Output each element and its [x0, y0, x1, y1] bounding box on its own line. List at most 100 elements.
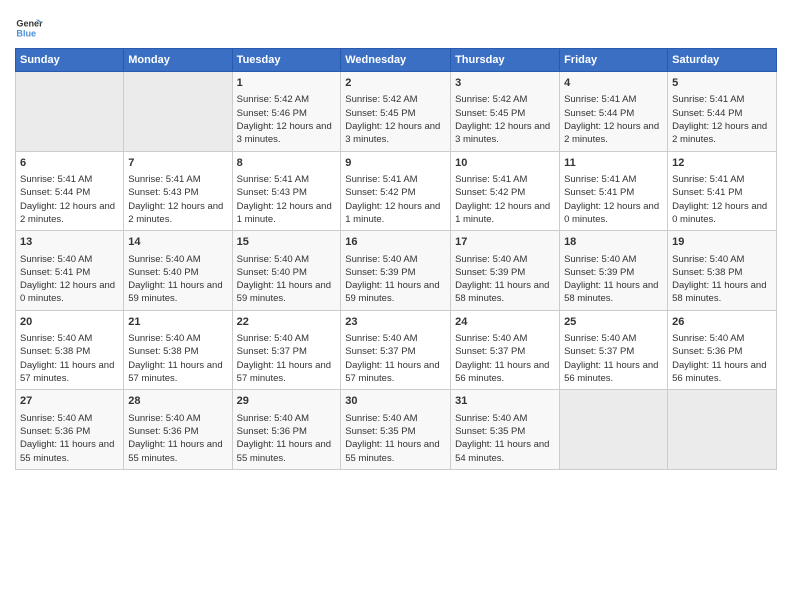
- week-row-3: 13Sunrise: 5:40 AM Sunset: 5:41 PM Dayli…: [16, 231, 777, 311]
- day-info: Sunrise: 5:40 AM Sunset: 5:36 PM Dayligh…: [128, 412, 227, 465]
- day-number: 27: [20, 394, 119, 409]
- day-number: 6: [20, 156, 119, 171]
- week-row-2: 6 Sunrise: 5:41 AM Sunset: 5:44 PM Daylig…: [16, 151, 777, 231]
- day-number: 4: [564, 76, 663, 91]
- day-cell: [16, 72, 124, 152]
- day-number: 3: [455, 76, 555, 91]
- day-info: Sunrise: 5:42 AM Sunset: 5:45 PM Dayligh…: [345, 93, 446, 146]
- day-number: 9: [345, 156, 446, 171]
- day-cell: 23 Sunrise: 5:40 AM Sunset: 5:37 PM Dayli…: [341, 310, 451, 390]
- day-info: Sunrise: 5:40 AM Sunset: 5:35 PM Dayligh…: [345, 412, 446, 465]
- day-number: 18: [564, 235, 663, 250]
- day-number: 23: [345, 315, 446, 330]
- day-cell: 5 Sunrise: 5:41 AM Sunset: 5:44 PM Daylig…: [668, 72, 777, 152]
- day-info: Sunrise: 5:40 AM Sunset: 5:36 PM Dayligh…: [672, 332, 772, 385]
- day-info: Sunrise: 5:41 AM Sunset: 5:44 PM Dayligh…: [20, 173, 119, 226]
- day-number: 7: [128, 156, 227, 171]
- weekday-header-row: SundayMondayTuesdayWednesdayThursdayFrid…: [16, 49, 777, 72]
- day-info: Sunrise: 5:41 AM Sunset: 5:43 PM Dayligh…: [128, 173, 227, 226]
- day-number: 28: [128, 394, 227, 409]
- day-number: 17: [455, 235, 555, 250]
- day-number: 30: [345, 394, 446, 409]
- week-row-1: 1Sunrise: 5:42 AM Sunset: 5:46 PM Daylig…: [16, 72, 777, 152]
- day-cell: 27 Sunrise: 5:40 AM Sunset: 5:36 PM Dayli…: [16, 390, 124, 470]
- day-cell: [560, 390, 668, 470]
- day-number: 31: [455, 394, 555, 409]
- day-number: 11: [564, 156, 663, 171]
- day-cell: 28 Sunrise: 5:40 AM Sunset: 5:36 PM Dayli…: [124, 390, 232, 470]
- day-cell: 6 Sunrise: 5:41 AM Sunset: 5:44 PM Daylig…: [16, 151, 124, 231]
- day-info: Sunrise: 5:41 AM Sunset: 5:44 PM Dayligh…: [564, 93, 663, 146]
- page-header: General Blue: [15, 10, 777, 42]
- weekday-header-tuesday: Tuesday: [232, 49, 341, 72]
- day-cell: 20 Sunrise: 5:40 AM Sunset: 5:38 PM Dayli…: [16, 310, 124, 390]
- day-info: Sunrise: 5:40 AM Sunset: 5:37 PM Dayligh…: [345, 332, 446, 385]
- weekday-header-wednesday: Wednesday: [341, 49, 451, 72]
- day-cell: 19 Sunrise: 5:40 AM Sunset: 5:38 PM Dayli…: [668, 231, 777, 311]
- day-info: Sunrise: 5:40 AM Sunset: 5:39 PM Dayligh…: [345, 253, 446, 306]
- day-cell: 22 Sunrise: 5:40 AM Sunset: 5:37 PM Dayli…: [232, 310, 341, 390]
- day-cell: 14Sunrise: 5:40 AM Sunset: 5:40 PM Dayli…: [124, 231, 232, 311]
- day-number: 22: [237, 315, 337, 330]
- day-info: Sunrise: 5:40 AM Sunset: 5:35 PM Dayligh…: [455, 412, 555, 465]
- day-number: 14: [128, 235, 227, 250]
- day-info: Sunrise: 5:40 AM Sunset: 5:38 PM Dayligh…: [20, 332, 119, 385]
- day-cell: 21 Sunrise: 5:40 AM Sunset: 5:38 PM Dayli…: [124, 310, 232, 390]
- day-info: Sunrise: 5:40 AM Sunset: 5:36 PM Dayligh…: [20, 412, 119, 465]
- day-cell: 26 Sunrise: 5:40 AM Sunset: 5:36 PM Dayli…: [668, 310, 777, 390]
- day-cell: 30 Sunrise: 5:40 AM Sunset: 5:35 PM Dayli…: [341, 390, 451, 470]
- day-number: 29: [237, 394, 337, 409]
- day-number: 26: [672, 315, 772, 330]
- day-cell: 1Sunrise: 5:42 AM Sunset: 5:46 PM Daylig…: [232, 72, 341, 152]
- day-cell: 17 Sunrise: 5:40 AM Sunset: 5:39 PM Dayli…: [451, 231, 560, 311]
- day-cell: 9 Sunrise: 5:41 AM Sunset: 5:42 PM Daylig…: [341, 151, 451, 231]
- calendar-table: SundayMondayTuesdayWednesdayThursdayFrid…: [15, 48, 777, 470]
- day-number: 16: [345, 235, 446, 250]
- day-info: Sunrise: 5:41 AM Sunset: 5:42 PM Dayligh…: [345, 173, 446, 226]
- day-cell: [668, 390, 777, 470]
- day-info: Sunrise: 5:40 AM Sunset: 5:40 PM Dayligh…: [237, 253, 337, 306]
- logo: General Blue: [15, 14, 47, 42]
- day-number: 8: [237, 156, 337, 171]
- day-info: Sunrise: 5:40 AM Sunset: 5:36 PM Dayligh…: [237, 412, 337, 465]
- day-info: Sunrise: 5:40 AM Sunset: 5:41 PM Dayligh…: [20, 253, 119, 306]
- svg-text:Blue: Blue: [16, 28, 36, 38]
- day-cell: [124, 72, 232, 152]
- week-row-4: 20 Sunrise: 5:40 AM Sunset: 5:38 PM Dayli…: [16, 310, 777, 390]
- day-cell: 24Sunrise: 5:40 AM Sunset: 5:37 PM Dayli…: [451, 310, 560, 390]
- day-cell: 12 Sunrise: 5:41 AM Sunset: 5:41 PM Dayli…: [668, 151, 777, 231]
- day-cell: 2 Sunrise: 5:42 AM Sunset: 5:45 PM Daylig…: [341, 72, 451, 152]
- day-cell: 15 Sunrise: 5:40 AM Sunset: 5:40 PM Dayli…: [232, 231, 341, 311]
- day-number: 2: [345, 76, 446, 91]
- day-cell: 7 Sunrise: 5:41 AM Sunset: 5:43 PM Daylig…: [124, 151, 232, 231]
- day-cell: 31 Sunrise: 5:40 AM Sunset: 5:35 PM Dayli…: [451, 390, 560, 470]
- day-cell: 25Sunrise: 5:40 AM Sunset: 5:37 PM Dayli…: [560, 310, 668, 390]
- day-cell: 8 Sunrise: 5:41 AM Sunset: 5:43 PM Daylig…: [232, 151, 341, 231]
- day-info: Sunrise: 5:41 AM Sunset: 5:44 PM Dayligh…: [672, 93, 772, 146]
- day-info: Sunrise: 5:40 AM Sunset: 5:37 PM Dayligh…: [237, 332, 337, 385]
- day-info: Sunrise: 5:40 AM Sunset: 5:38 PM Dayligh…: [672, 253, 772, 306]
- day-info: Sunrise: 5:41 AM Sunset: 5:41 PM Dayligh…: [672, 173, 772, 226]
- day-cell: 29 Sunrise: 5:40 AM Sunset: 5:36 PM Dayli…: [232, 390, 341, 470]
- day-cell: 16 Sunrise: 5:40 AM Sunset: 5:39 PM Dayli…: [341, 231, 451, 311]
- day-info: Sunrise: 5:41 AM Sunset: 5:43 PM Dayligh…: [237, 173, 337, 226]
- weekday-header-sunday: Sunday: [16, 49, 124, 72]
- day-number: 15: [237, 235, 337, 250]
- day-number: 12: [672, 156, 772, 171]
- day-number: 5: [672, 76, 772, 91]
- day-number: 10: [455, 156, 555, 171]
- day-info: Sunrise: 5:40 AM Sunset: 5:39 PM Dayligh…: [455, 253, 555, 306]
- weekday-header-monday: Monday: [124, 49, 232, 72]
- day-number: 20: [20, 315, 119, 330]
- day-info: Sunrise: 5:40 AM Sunset: 5:38 PM Dayligh…: [128, 332, 227, 385]
- day-number: 25: [564, 315, 663, 330]
- day-info: Sunrise: 5:40 AM Sunset: 5:37 PM Dayligh…: [455, 332, 555, 385]
- day-cell: 11 Sunrise: 5:41 AM Sunset: 5:41 PM Dayli…: [560, 151, 668, 231]
- day-info: Sunrise: 5:41 AM Sunset: 5:41 PM Dayligh…: [564, 173, 663, 226]
- day-info: Sunrise: 5:41 AM Sunset: 5:42 PM Dayligh…: [455, 173, 555, 226]
- day-cell: 3Sunrise: 5:42 AM Sunset: 5:45 PM Daylig…: [451, 72, 560, 152]
- day-cell: 10 Sunrise: 5:41 AM Sunset: 5:42 PM Dayli…: [451, 151, 560, 231]
- logo-icon: General Blue: [15, 14, 43, 42]
- day-number: 19: [672, 235, 772, 250]
- day-number: 21: [128, 315, 227, 330]
